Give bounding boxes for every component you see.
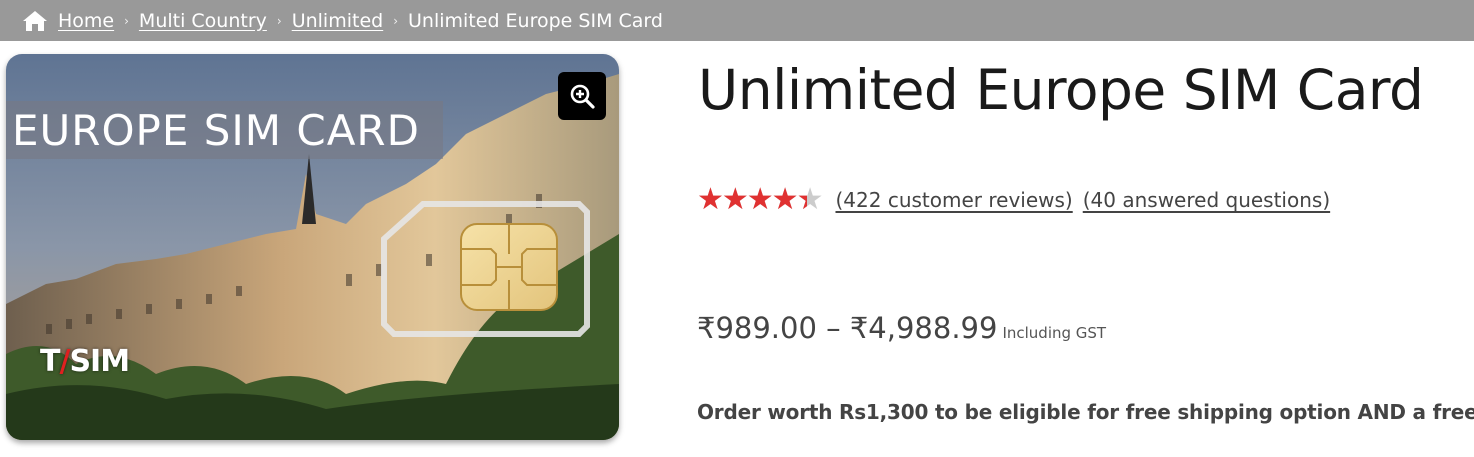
breadcrumb: Home › Multi Country › Unlimited › Unlim… [0, 0, 1474, 41]
star-rating-filled: ★★★★★ [697, 185, 807, 215]
breadcrumb-multi-country-link[interactable]: Multi Country [139, 10, 267, 32]
price-range: ₹989.00 – ₹4,988.99 [697, 311, 998, 345]
breadcrumb-unlimited-link[interactable]: Unlimited [292, 10, 384, 32]
breadcrumb-separator: › [393, 13, 399, 28]
breadcrumb-current: Unlimited Europe SIM Card [408, 9, 663, 32]
brand-logo: T/SIM [40, 344, 130, 379]
zoom-button[interactable] [558, 72, 606, 120]
home-icon[interactable] [22, 10, 48, 32]
zoom-in-icon [570, 84, 595, 109]
product-image[interactable]: EUROPE SIM CARD T/SIM [6, 54, 619, 440]
breadcrumb-home-link[interactable]: Home [58, 10, 114, 32]
answered-questions-link[interactable]: (40 answered questions) [1083, 188, 1330, 212]
breadcrumb-separator: › [124, 13, 129, 28]
breadcrumb-separator: › [276, 13, 282, 28]
shipping-note: Order worth Rs1,300 to be eligible for f… [697, 400, 1474, 424]
star-rating: ★★★★★ ★★★★★ [697, 185, 823, 215]
customer-reviews-link[interactable]: (422 customer reviews) [835, 188, 1072, 212]
price-suffix: Including GST [1002, 324, 1107, 342]
price-row: ₹989.00 – ₹4,988.99 Including GST [697, 311, 1106, 345]
product-title: Unlimited Europe SIM Card [698, 58, 1424, 122]
image-label: EUROPE SIM CARD [12, 106, 420, 155]
rating-row: ★★★★★ ★★★★★ (422 customer reviews) (40 a… [697, 185, 1330, 215]
